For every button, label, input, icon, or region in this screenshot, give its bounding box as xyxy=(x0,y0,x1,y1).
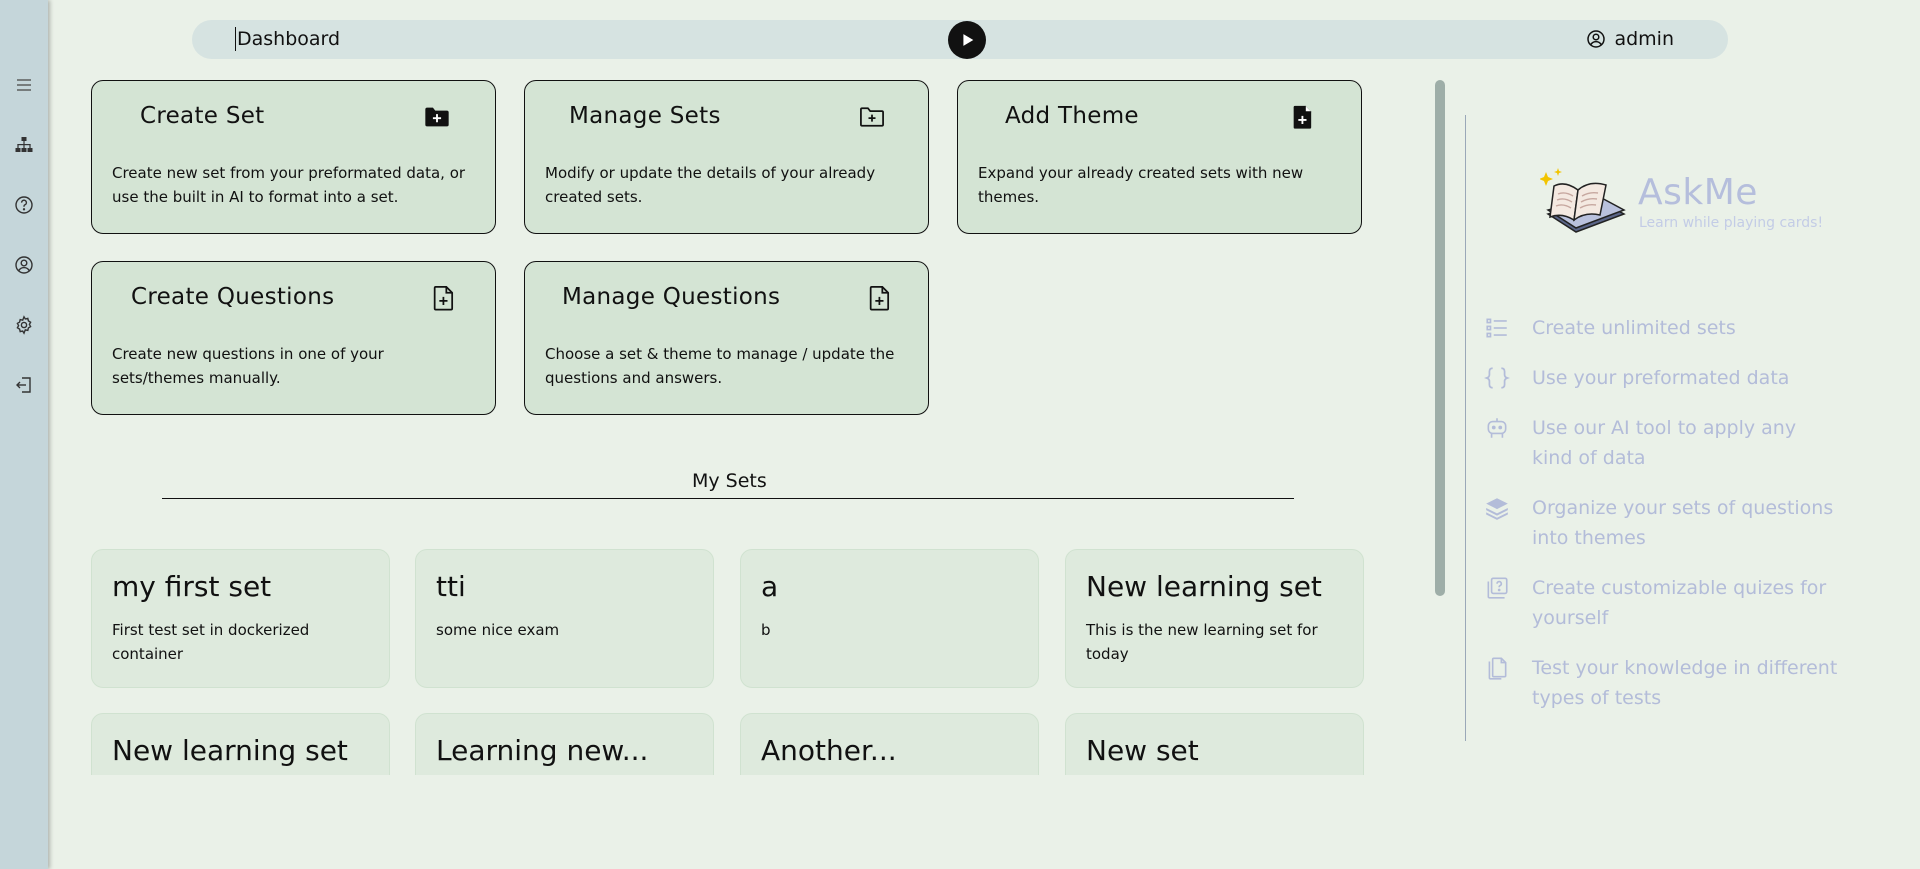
set-name: my first set xyxy=(112,570,272,603)
set-description: First test set in dockerized container xyxy=(112,621,310,663)
settings-icon[interactable] xyxy=(12,313,36,337)
feature-text: Use our AI tool to apply any kind of dat… xyxy=(1532,417,1797,469)
menu-icon[interactable] xyxy=(12,73,36,97)
set-name: Learning new... xyxy=(436,734,649,767)
feature-text: Create unlimited sets xyxy=(1532,317,1736,339)
sidebar xyxy=(0,0,48,869)
username: admin xyxy=(1614,28,1674,50)
set-description: b xyxy=(761,621,771,639)
set-name: New set xyxy=(1086,734,1199,767)
set-name: tti xyxy=(436,570,466,603)
robot-icon xyxy=(1482,413,1512,443)
logout-icon[interactable] xyxy=(12,373,36,397)
panel-divider xyxy=(1465,115,1466,741)
set-description: some nice exam xyxy=(436,621,560,639)
set-tile[interactable]: Learning new... xyxy=(415,713,714,775)
list-icon xyxy=(1482,313,1512,343)
feature-text: Test your knowledge in different types o… xyxy=(1532,657,1838,709)
layers-icon xyxy=(1482,493,1512,523)
set-name: Another... xyxy=(761,734,897,767)
book-logo-icon xyxy=(1539,166,1630,240)
set-name: New learning set xyxy=(112,734,348,767)
set-name: a xyxy=(761,570,779,603)
feature-item: Use your preformated data xyxy=(1482,363,1842,393)
scrollbar-thumb[interactable] xyxy=(1435,80,1445,596)
feature-item: Create customizable quizes for yourself xyxy=(1482,573,1842,633)
brand-name: AskMe xyxy=(1638,172,1758,213)
documents-icon xyxy=(1482,653,1512,683)
feature-item: Organize your sets of questions into the… xyxy=(1482,493,1842,553)
feature-item: Test your knowledge in different types o… xyxy=(1482,653,1842,713)
brand-tagline: Learn while playing cards! xyxy=(1639,215,1824,231)
set-tile[interactable]: a b xyxy=(740,549,1039,688)
quiz-icon xyxy=(1482,573,1512,603)
sets-scroll-area: my first set First test set in dockerize… xyxy=(48,0,1428,775)
user-menu[interactable]: admin xyxy=(1586,28,1674,50)
feature-text: Organize your sets of questions into the… xyxy=(1532,497,1834,549)
user-circle-icon xyxy=(1587,30,1606,48)
set-tile[interactable]: my first set First test set in dockerize… xyxy=(91,549,390,688)
set-tile[interactable]: Another... xyxy=(740,713,1039,775)
feature-item: Use our AI tool to apply any kind of dat… xyxy=(1482,413,1842,473)
set-tile[interactable]: New set xyxy=(1065,713,1364,775)
user-circle-icon[interactable] xyxy=(12,253,36,277)
feature-item: Create unlimited sets xyxy=(1482,313,1842,343)
braces-icon xyxy=(1482,363,1512,393)
set-tile[interactable]: New learning set xyxy=(91,713,390,775)
set-tile[interactable]: New learning set This is the new learnin… xyxy=(1065,549,1364,688)
feature-text: Create customizable quizes for yourself xyxy=(1532,577,1827,629)
help-icon[interactable] xyxy=(12,193,36,217)
set-tile[interactable]: tti some nice exam xyxy=(415,549,714,688)
set-description: This is the new learning set for today xyxy=(1086,621,1318,663)
feature-text: Use your preformated data xyxy=(1532,367,1790,389)
set-name: New learning set xyxy=(1086,570,1322,603)
sitemap-icon[interactable] xyxy=(12,133,36,157)
